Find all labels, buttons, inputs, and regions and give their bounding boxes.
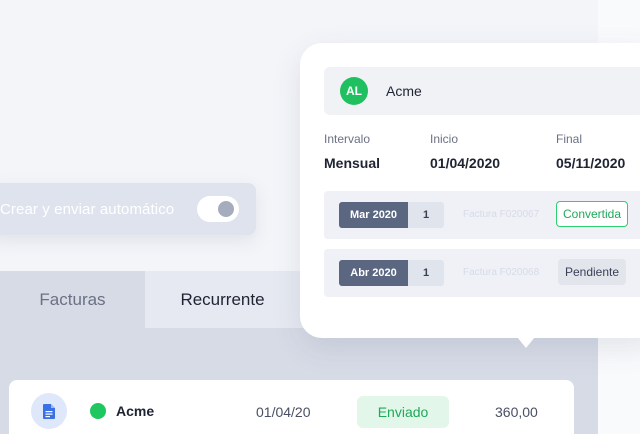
row-amount: 360,00	[495, 404, 538, 420]
invoice-count: 1	[408, 202, 444, 228]
switch-knob	[218, 201, 234, 217]
card-client-box[interactable]: AL Acme	[324, 67, 640, 115]
card-pointer	[513, 332, 539, 348]
tab-facturas[interactable]: Facturas	[0, 271, 145, 328]
table-row[interactable]: Acme 01/04/20 Enviado 360,00	[9, 380, 574, 434]
status-dot-icon	[90, 403, 106, 419]
end-label: Final	[556, 132, 583, 146]
start-value: 01/04/2020	[430, 155, 501, 171]
invoice-reference: Factura F020068	[463, 267, 540, 278]
invoice-status-badge: Convertida	[556, 201, 628, 227]
row-status-badge: Enviado	[357, 396, 449, 428]
auto-send-toggle-row: Crear y enviar automático	[0, 183, 256, 235]
start-label: Inicio	[430, 132, 459, 146]
row-client-name: Acme	[116, 403, 155, 419]
avatar: AL	[340, 77, 368, 105]
invoice-month: Abr 2020	[339, 260, 408, 286]
row-date: 01/04/20	[256, 404, 311, 420]
auto-send-switch[interactable]	[197, 196, 239, 222]
document-icon	[31, 393, 67, 429]
recurring-detail-card: AL Acme Intervalo Inicio Final Mensual 0…	[300, 43, 640, 338]
tab-recurrente[interactable]: Recurrente	[145, 271, 300, 328]
interval-label: Intervalo	[324, 132, 371, 146]
auto-send-label: Crear y enviar automático	[0, 200, 175, 218]
end-value: 05/11/2020	[556, 155, 626, 171]
interval-value: Mensual	[324, 155, 381, 171]
invoice-row-abr-2020[interactable]: Abr 2020 1 Factura F020068 Pendiente	[324, 249, 640, 297]
invoice-row-mar-2020[interactable]: Mar 2020 1 Factura F020067 Convertida	[324, 191, 640, 239]
card-client-name: Acme	[386, 83, 422, 99]
invoice-reference: Factura F020067	[463, 209, 540, 220]
invoice-status-badge: Pendiente	[558, 259, 626, 285]
invoice-month: Mar 2020	[339, 202, 408, 228]
invoice-count: 1	[408, 260, 444, 286]
